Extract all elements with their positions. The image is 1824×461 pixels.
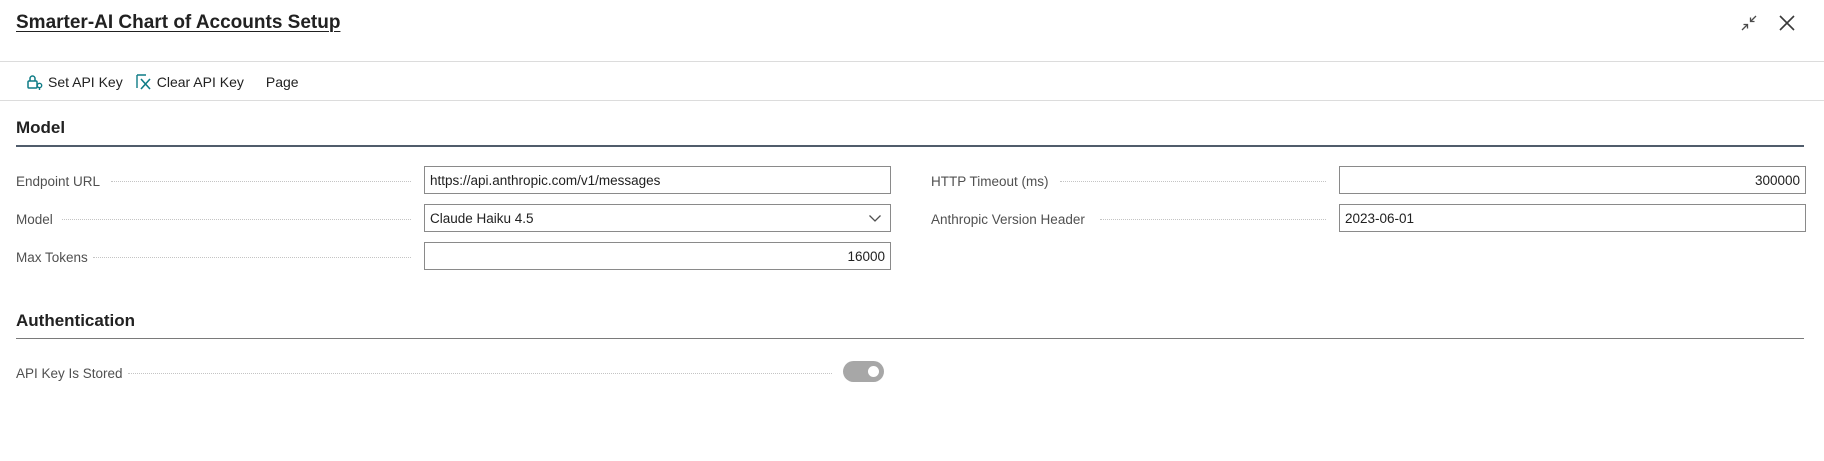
api-key-stored-label: API Key Is Stored [16, 365, 123, 381]
page-title: Smarter-AI Chart of Accounts Setup [16, 12, 341, 33]
endpoint-url-leader [111, 180, 411, 182]
action-toolbar: Set API Key Clear API Key Page [24, 70, 309, 94]
anthropic-version-input[interactable]: 2023-06-01 [1339, 204, 1806, 232]
model-label: Model [16, 211, 53, 227]
set-api-key-label: Set API Key [48, 74, 123, 90]
http-timeout-input[interactable]: 300000 [1339, 166, 1806, 194]
close-button[interactable] [1776, 14, 1798, 36]
toggle-knob [868, 366, 879, 377]
clear-api-key-label: Clear API Key [156, 74, 244, 90]
section-title-model: Model [16, 118, 66, 137]
header-divider [0, 61, 1824, 62]
http-timeout-label: HTTP Timeout (ms) [931, 173, 1049, 189]
model-leader [62, 218, 411, 220]
api-key-stored-toggle[interactable] [843, 361, 884, 382]
max-tokens-input[interactable]: 16000 [424, 242, 891, 270]
anthropic-version-label: Anthropic Version Header [931, 211, 1085, 227]
section-rule-model [16, 145, 1804, 147]
http-timeout-leader [1060, 180, 1326, 182]
clear-x-icon [135, 73, 153, 91]
page-menu-button[interactable]: Page [254, 70, 309, 94]
max-tokens-label: Max Tokens [16, 249, 88, 265]
section-rule-authentication [16, 338, 1804, 339]
collapse-button[interactable] [1738, 14, 1760, 36]
max-tokens-leader [93, 256, 411, 258]
clear-api-key-button[interactable]: Clear API Key [133, 70, 254, 94]
page-menu-label: Page [265, 74, 299, 90]
section-title-authentication: Authentication [16, 311, 135, 330]
endpoint-url-input[interactable]: https://api.anthropic.com/v1/messages [424, 166, 891, 194]
api-key-stored-leader [128, 372, 832, 374]
endpoint-url-label: Endpoint URL [16, 173, 101, 189]
setup-page: Smarter-AI Chart of Accounts Setup Set A… [0, 0, 1824, 461]
toolbar-divider [0, 100, 1824, 101]
model-select-value: Claude Haiku 4.5 [430, 210, 534, 226]
close-icon [1778, 14, 1796, 37]
collapse-arrows-icon [1740, 14, 1758, 37]
chevron-down-icon [868, 211, 882, 225]
lock-key-icon [26, 73, 44, 91]
model-select[interactable]: Claude Haiku 4.5 [424, 204, 891, 232]
anthropic-version-leader [1100, 218, 1326, 220]
set-api-key-button[interactable]: Set API Key [24, 70, 133, 94]
